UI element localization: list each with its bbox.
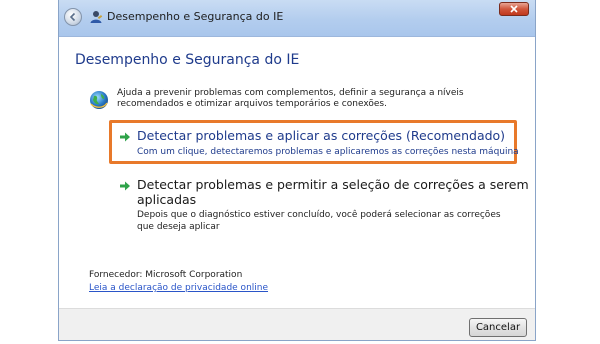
title-bar: Desempenho e Segurança do IE xyxy=(59,0,535,37)
option-subtitle: Depois que o diagnóstico estiver concluí… xyxy=(137,210,501,232)
tools-person-icon xyxy=(90,11,103,23)
option-title: Detectar problemas e aplicar as correçõe… xyxy=(137,128,506,143)
window-title: Desempenho e Segurança do IE xyxy=(107,10,284,23)
privacy-link[interactable]: Leia a declaração de privacidade online xyxy=(89,283,268,293)
back-arrow-icon xyxy=(69,12,76,22)
option-title-line2: aplicadas xyxy=(137,192,197,207)
option-title-line1: Detectar problemas e permitir a seleção … xyxy=(137,177,529,192)
page-title: Desempenho e Segurança do IE xyxy=(75,52,300,68)
green-arrow-icon xyxy=(120,181,130,191)
back-button[interactable] xyxy=(64,8,82,26)
close-icon xyxy=(510,5,518,13)
close-button[interactable] xyxy=(499,2,529,16)
vendor-text: Fornecedor: Microsoft Corporation xyxy=(89,270,243,280)
option-apply-fixes[interactable]: Detectar problemas e aplicar as correçõe… xyxy=(119,128,519,160)
option-select-fixes[interactable]: Detectar problemas e permitir a seleção … xyxy=(119,177,529,237)
description-text: Ajuda a prevenir problemas com complemen… xyxy=(117,88,464,109)
dialog-window: Desempenho e Segurança do IE Desempenho … xyxy=(58,0,536,341)
globe-icon xyxy=(90,91,108,109)
green-arrow-icon xyxy=(120,132,130,142)
option-subtitle: Com um clique, detectaremos problemas e … xyxy=(137,147,519,157)
dialog-footer: Cancelar xyxy=(59,308,535,340)
cancel-button[interactable]: Cancelar xyxy=(469,318,527,337)
